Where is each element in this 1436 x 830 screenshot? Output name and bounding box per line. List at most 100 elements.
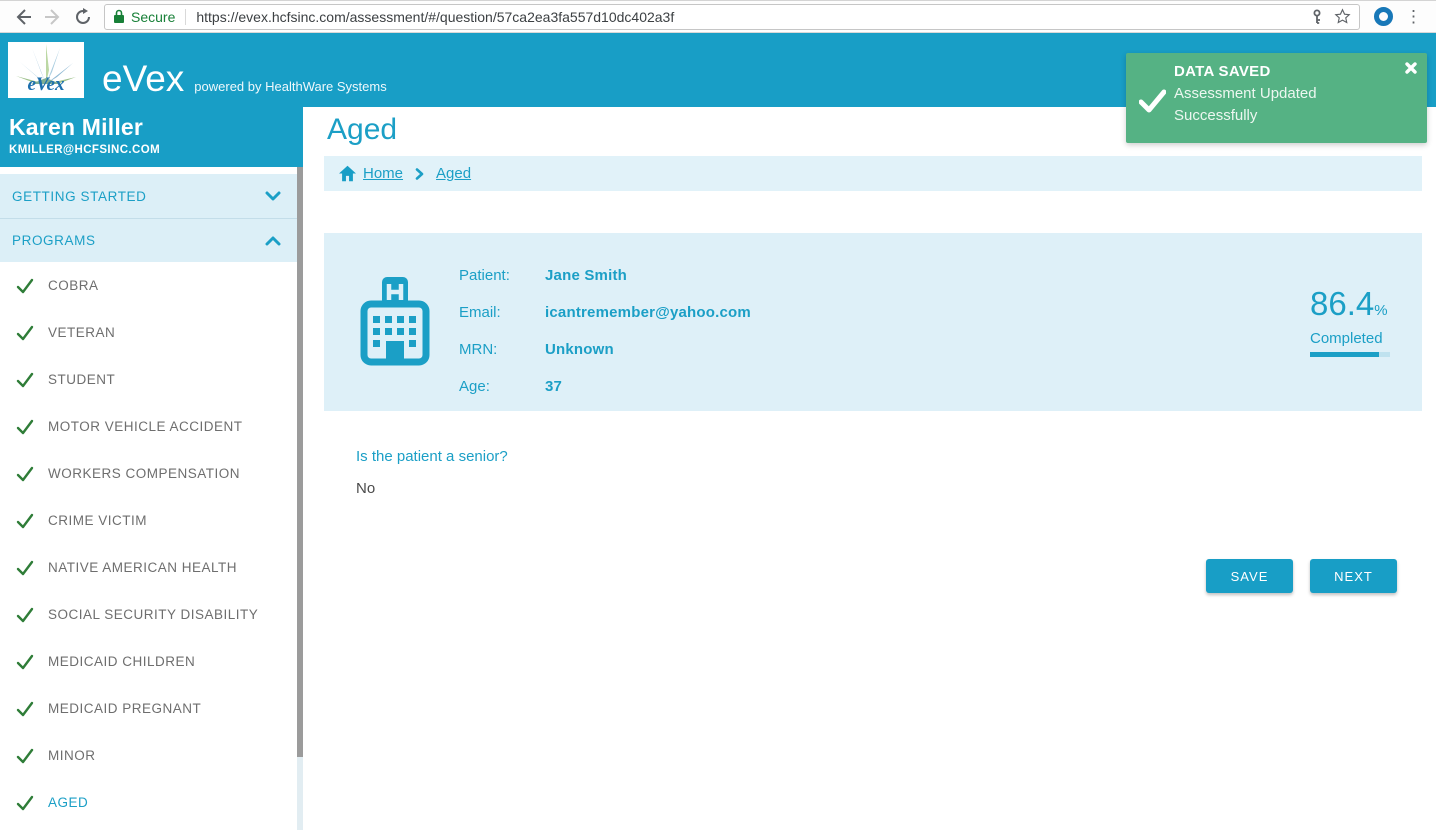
back-arrow-icon (13, 7, 33, 27)
sidebar-item-label: STUDENT (48, 372, 115, 387)
main-content: Aged Home Aged (303, 107, 1436, 830)
user-name: Karen Miller (9, 114, 303, 141)
browser-extension-icon[interactable] (1374, 7, 1393, 26)
check-icon (16, 418, 34, 436)
logo-wordmark: eVex (28, 74, 65, 96)
browser-menu-button[interactable]: ⋮ (1399, 12, 1428, 22)
mrn-label: MRN: (459, 341, 545, 358)
check-icon (16, 606, 34, 624)
toast-title: DATA SAVED (1174, 63, 1397, 80)
sidebar-item-label: VETERAN (48, 325, 115, 340)
sidebar-item-crime-victim[interactable]: CRIME VICTIM (0, 497, 303, 544)
sidebar-item-label: MEDICAID PREGNANT (48, 701, 201, 716)
mrn-value: Unknown (545, 341, 614, 358)
user-block: Karen Miller KMILLER@HCFSINC.COM (0, 107, 303, 167)
patient-row: Email: icantremember@yahoo.com (459, 294, 751, 331)
saved-password-key-icon[interactable] (1310, 9, 1324, 25)
reload-icon (74, 8, 92, 26)
next-button[interactable]: NEXT (1310, 559, 1397, 593)
sidebar-item-cobra[interactable]: COBRA (0, 262, 303, 309)
check-icon (16, 559, 34, 577)
user-email: KMILLER@HCFSINC.COM (9, 144, 303, 156)
padlock-icon (113, 9, 125, 24)
sidebar-item-label: MOTOR VEHICLE ACCIDENT (48, 419, 243, 434)
check-icon (16, 512, 34, 530)
patient-row: MRN: Unknown (459, 331, 751, 368)
brand-tagline: powered by HealthWare Systems (194, 79, 386, 94)
check-icon (16, 324, 34, 342)
toast-message: Assessment Updated Successfully (1174, 83, 1354, 127)
sidebar-item-social-security-disability[interactable]: SOCIAL SECURITY DISABILITY (0, 591, 303, 638)
patient-row: Age: 37 (459, 368, 751, 405)
sidebar-item-motor-vehicle-accident[interactable]: MOTOR VEHICLE ACCIDENT (0, 403, 303, 450)
answer-value[interactable]: No (356, 480, 1422, 497)
question-text: Is the patient a senior? (356, 448, 1422, 465)
breadcrumb-separator-icon (415, 168, 424, 180)
brand-name: eVex (102, 60, 184, 97)
chevron-up-icon (265, 236, 281, 246)
sidebar-item-label: CRIME VICTIM (48, 513, 147, 528)
forward-arrow-icon (43, 7, 63, 27)
sidebar-item-label: COBRA (48, 278, 99, 293)
patient-row: Patient: Jane Smith (459, 257, 751, 294)
completion-percent: 86.4 (1310, 285, 1374, 322)
sidebar-section-getting-started[interactable]: GETTING STARTED (0, 174, 303, 218)
sidebar-section-programs[interactable]: PROGRAMS (0, 218, 303, 262)
sidebar-item-medicaid-pregnant[interactable]: MEDICAID PREGNANT (0, 685, 303, 732)
section-label: PROGRAMS (12, 233, 96, 248)
breadcrumb-home-link[interactable]: Home (363, 165, 403, 182)
sidebar-item-label: AGED (48, 795, 88, 810)
sidebar-item-medicaid-children[interactable]: MEDICAID CHILDREN (0, 638, 303, 685)
section-label: GETTING STARTED (12, 189, 147, 204)
email-label: Email: (459, 304, 545, 321)
check-icon (16, 700, 34, 718)
check-icon (16, 465, 34, 483)
patient-value: Jane Smith (545, 267, 627, 284)
programs-list: COBRA VETERAN STUDENT MOTOR VEHICLE ACCI… (0, 262, 303, 826)
sidebar-item-workers-compensation[interactable]: WORKERS COMPENSATION (0, 450, 303, 497)
sidebar-item-minor[interactable]: MINOR (0, 732, 303, 779)
check-icon (16, 371, 34, 389)
reload-button[interactable] (68, 3, 98, 31)
sidebar-item-label: MINOR (48, 748, 96, 763)
check-icon (16, 794, 34, 812)
secure-indicator[interactable]: Secure (113, 9, 175, 25)
breadcrumb: Home Aged (324, 156, 1422, 191)
completion-label: Completed (1310, 330, 1392, 347)
sidebar-item-label: MEDICAID CHILDREN (48, 654, 195, 669)
forward-button[interactable] (38, 3, 68, 31)
age-label: Age: (459, 378, 545, 395)
toast-close-icon[interactable] (1405, 62, 1417, 74)
sidebar-item-label: NATIVE AMERICAN HEALTH (48, 560, 237, 575)
secure-label: Secure (131, 9, 175, 25)
completion-progress-bar (1310, 352, 1390, 357)
home-icon (338, 165, 357, 182)
url-text[interactable]: https://evex.hcfsinc.com/assessment/#/qu… (196, 9, 1302, 25)
address-bar[interactable]: Secure https://evex.hcfsinc.com/assessme… (104, 4, 1360, 30)
hospital-icon (357, 275, 431, 369)
patient-card: Patient: Jane Smith Email: icantremember… (324, 233, 1422, 411)
bookmark-star-icon[interactable] (1334, 8, 1351, 25)
check-icon (16, 277, 34, 295)
browser-toolbar: Secure https://evex.hcfsinc.com/assessme… (0, 0, 1436, 33)
omnibox-divider (185, 9, 186, 25)
question-block: Is the patient a senior? No (356, 448, 1422, 497)
patient-info: Patient: Jane Smith Email: icantremember… (459, 257, 751, 405)
check-icon (16, 747, 34, 765)
completion-progress-fill (1310, 352, 1379, 357)
breadcrumb-current-link[interactable]: Aged (436, 165, 471, 182)
sidebar-item-veteran[interactable]: VETERAN (0, 309, 303, 356)
patient-label: Patient: (459, 267, 545, 284)
back-button[interactable] (8, 3, 38, 31)
chevron-down-icon (265, 191, 281, 201)
sidebar-item-aged[interactable]: AGED (0, 779, 303, 826)
percent-sign: % (1374, 302, 1387, 319)
sidebar-item-label: SOCIAL SECURITY DISABILITY (48, 607, 258, 622)
save-button[interactable]: SAVE (1206, 559, 1293, 593)
evex-logo: eVex (8, 42, 84, 98)
email-value: icantremember@yahoo.com (545, 304, 751, 321)
sidebar-item-student[interactable]: STUDENT (0, 356, 303, 403)
toast-notification: DATA SAVED Assessment Updated Successful… (1126, 53, 1427, 143)
sidebar-item-label: WORKERS COMPENSATION (48, 466, 240, 481)
sidebar-item-native-american-health[interactable]: NATIVE AMERICAN HEALTH (0, 544, 303, 591)
